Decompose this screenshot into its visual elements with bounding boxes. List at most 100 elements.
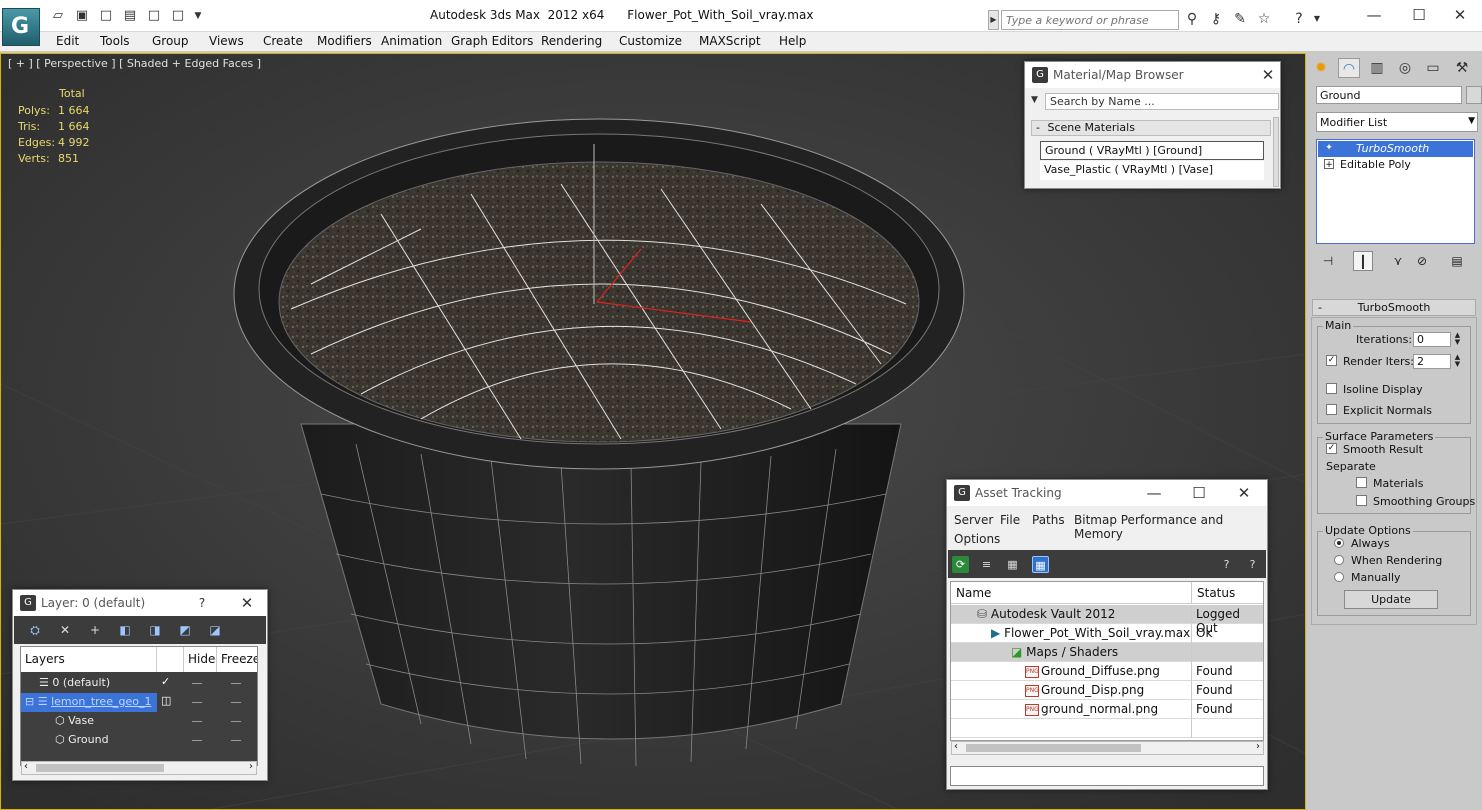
hide-toggle[interactable] — [192, 702, 202, 703]
spinner-arrows-icon[interactable]: ▲ ▼ — [1453, 332, 1462, 347]
smooth-result-checkbox[interactable]: ✓ — [1326, 443, 1337, 454]
close-icon[interactable]: ✕ — [1233, 483, 1255, 503]
material-browser-titlebar[interactable]: G Material/Map Browser ✕ — [1025, 62, 1280, 88]
column-header-freeze[interactable]: Freeze — [217, 647, 257, 672]
menu-create[interactable]: Create — [263, 34, 303, 48]
display-tab-icon[interactable]: ▭ — [1422, 58, 1444, 78]
collapse-toggle[interactable]: - — [1036, 121, 1040, 134]
browser-options-dropdown-icon[interactable]: ▼ — [1031, 95, 1038, 105]
freeze-toggle[interactable] — [231, 740, 241, 741]
column-header-hide[interactable]: Hide — [184, 647, 217, 672]
create-tab-icon[interactable]: ✹ — [1310, 58, 1332, 78]
separate-materials-checkbox[interactable] — [1356, 477, 1367, 488]
asset-menu-options[interactable]: Options — [954, 532, 1000, 546]
update-button[interactable]: Update — [1344, 590, 1438, 609]
menu-animation[interactable]: Animation — [381, 34, 442, 48]
object-row-vase[interactable]: ⬡ Vase — [21, 712, 257, 731]
modify-tab-icon[interactable]: ◠ — [1338, 58, 1360, 78]
asset-menu-bitmap-performance[interactable]: Bitmap Performance and Memory — [1074, 513, 1267, 541]
material-search-input[interactable]: Search by Name ... — [1045, 93, 1279, 110]
scroll-right-icon[interactable]: › — [249, 761, 253, 772]
new-scene-icon[interactable]: □ — [98, 9, 114, 23]
object-name-field[interactable]: Ground — [1316, 86, 1462, 104]
turbosmooth-rollout-header[interactable]: - TurboSmooth — [1312, 299, 1476, 316]
minimize-icon[interactable]: — — [1360, 4, 1388, 26]
layer-row-lemon-tree[interactable]: ⊟ ☰ lemon_tree_geo_1 ◫ — [21, 693, 257, 712]
menu-views[interactable]: Views — [209, 34, 244, 48]
material-item-vase-plastic[interactable]: Vase_Plastic ( VRayMtl ) [Vase] — [1040, 161, 1264, 180]
pin-stack-icon[interactable]: ⊣ — [1318, 251, 1338, 271]
explicit-normals-checkbox[interactable] — [1326, 404, 1337, 415]
menu-help[interactable]: Help — [779, 34, 806, 48]
scroll-left-icon[interactable]: ‹ — [954, 741, 958, 752]
scroll-thumb[interactable] — [966, 744, 1141, 752]
help-icon[interactable]: ? — [191, 593, 213, 613]
freeze-toggle[interactable] — [231, 721, 241, 722]
column-header-status[interactable]: Status — [1192, 582, 1263, 604]
separate-smoothing-groups-checkbox[interactable] — [1356, 495, 1367, 506]
help-icon[interactable]: ? — [1218, 556, 1235, 573]
hide-toggle[interactable] — [192, 683, 202, 684]
close-icon[interactable]: ✕ — [1446, 4, 1474, 26]
table-view-icon[interactable]: ▦ — [1032, 556, 1049, 573]
iterations-spinner[interactable]: 0 — [1413, 332, 1451, 347]
asset-tracking-titlebar[interactable]: G Asset Tracking — ☐ ✕ — [947, 480, 1267, 506]
menu-graph-editors[interactable]: Graph Editors — [451, 34, 533, 48]
spinner-arrows-icon[interactable]: ▲ ▼ — [1453, 354, 1462, 369]
render-iters-checkbox[interactable]: ✓ — [1326, 355, 1337, 366]
update-when-rendering-radio[interactable] — [1334, 555, 1344, 565]
scroll-left-icon[interactable]: ‹ — [24, 761, 28, 772]
modifier-list-dropdown[interactable]: Modifier List ▼ — [1316, 112, 1478, 132]
isoline-display-checkbox[interactable] — [1326, 383, 1337, 394]
collapse-icon[interactable]: ⊟ — [25, 695, 34, 708]
asset-menu-paths[interactable]: Paths — [1032, 513, 1065, 527]
freeze-all-layers-icon[interactable]: ◪ — [206, 622, 224, 639]
app-menu-button[interactable]: G — [2, 8, 40, 46]
show-end-result-icon[interactable]: ┃ — [1353, 251, 1373, 271]
lightbulb-icon[interactable]: ✦ — [1324, 143, 1334, 153]
menu-tools[interactable]: Tools — [100, 34, 130, 48]
hide-all-layers-icon[interactable]: ◩ — [176, 622, 194, 639]
asset-table-horizontal-scrollbar[interactable]: ‹ › — [951, 741, 1264, 755]
scroll-right-icon[interactable]: › — [1256, 741, 1260, 752]
menu-customize[interactable]: Customize — [619, 34, 682, 48]
project-folder-icon[interactable]: ▤ — [122, 9, 138, 23]
table-row[interactable]: ⛁ Autodesk Vault 2012 Logged Out — [951, 605, 1263, 635]
configure-modifier-sets-icon[interactable]: ▤ — [1447, 251, 1467, 271]
menu-modifiers[interactable]: Modifiers — [317, 34, 372, 48]
expand-icon[interactable]: + — [1324, 159, 1334, 170]
hierarchy-tab-icon[interactable]: ▥ — [1366, 58, 1388, 78]
undo-icon[interactable]: □ — [146, 9, 162, 23]
menu-group[interactable]: Group — [152, 34, 189, 48]
motion-tab-icon[interactable]: ◎ — [1394, 58, 1416, 78]
make-unique-icon[interactable]: ⋎ — [1388, 251, 1408, 271]
table-row[interactable]: PNG ground_normal.png Found — [951, 700, 1263, 719]
update-manually-radio[interactable] — [1334, 572, 1344, 582]
save-file-icon[interactable]: ▣ — [74, 9, 90, 23]
utilities-tab-icon[interactable]: ⚒ — [1451, 58, 1473, 78]
update-always-radio[interactable] — [1334, 538, 1344, 548]
table-row[interactable]: ▶ Flower_Pot_With_Soil_vray.max Ok — [951, 624, 1263, 643]
asset-menu-server[interactable]: Server — [954, 513, 993, 527]
render-iters-spinner[interactable]: 2 — [1413, 354, 1451, 369]
layer-horizontal-scrollbar[interactable]: ‹ › — [21, 761, 257, 775]
help-options-icon[interactable]: ? — [1244, 556, 1261, 573]
freeze-toggle[interactable] — [231, 702, 241, 703]
asset-path-field[interactable] — [950, 766, 1264, 786]
menu-rendering[interactable]: Rendering — [541, 34, 602, 48]
menu-maxscript[interactable]: MAXScript — [699, 34, 761, 48]
thumbnail-view-icon[interactable]: ▦ — [1004, 556, 1021, 573]
favorites-star-icon[interactable]: ☆ — [1255, 10, 1273, 28]
list-view-icon[interactable]: ≡ — [978, 556, 995, 573]
subscription-key-icon[interactable]: ⚷ — [1207, 10, 1225, 28]
object-row-ground[interactable]: ⬡ Ground — [21, 731, 257, 750]
asset-menu-file[interactable]: File — [1000, 513, 1020, 527]
help-dropdown-icon[interactable]: ▼ — [1308, 10, 1326, 28]
layer-window-titlebar[interactable]: G Layer: 0 (default) ? ✕ — [13, 590, 267, 616]
column-header-name[interactable]: Name — [951, 582, 1192, 604]
table-row[interactable]: ◪ Maps / Shaders — [951, 643, 1263, 662]
make-current-layer-icon[interactable]: ◫ — [161, 694, 171, 707]
binoculars-icon[interactable]: ⚲ — [1183, 10, 1201, 28]
keyword-search-input[interactable] — [1001, 10, 1179, 30]
viewport-label-menu[interactable]: [ + ] [ Perspective ] [ Shaded + Edged F… — [8, 57, 261, 70]
